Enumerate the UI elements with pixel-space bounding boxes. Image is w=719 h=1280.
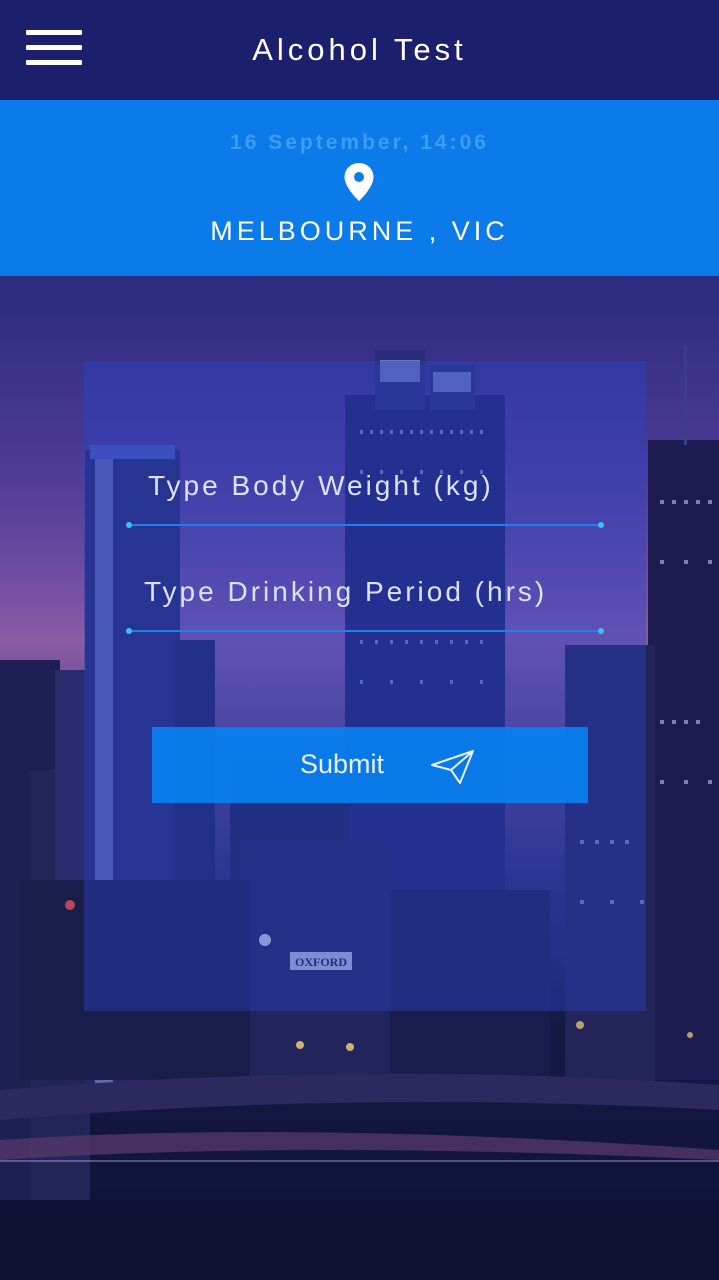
horizon-divider: [0, 1160, 719, 1162]
date-time-text: 16 September, 14:06: [230, 131, 489, 154]
body-weight-field: [126, 451, 604, 531]
location-pin-icon: [344, 163, 374, 201]
drinking-period-underline: [126, 628, 604, 634]
location-text: MELBOURNE , VIC: [210, 216, 509, 246]
submit-button[interactable]: Submit: [152, 727, 588, 803]
alcohol-test-form: Submit: [84, 361, 646, 1011]
top-app-bar: Alcohol Test: [0, 0, 719, 100]
app-screen: OXFORD Alcohol Test 16 September, 14:06 …: [0, 0, 719, 1280]
body-weight-underline: [126, 522, 604, 528]
location-info-band: 16 September, 14:06 MELBOURNE , VIC: [0, 100, 719, 276]
page-title: Alcohol Test: [252, 32, 467, 67]
submit-button-label: Submit: [300, 749, 385, 779]
paper-plane-send-icon: [431, 750, 474, 784]
drinking-period-input[interactable]: [128, 557, 602, 627]
drinking-period-field: [126, 557, 604, 637]
body-weight-input[interactable]: [128, 451, 602, 521]
